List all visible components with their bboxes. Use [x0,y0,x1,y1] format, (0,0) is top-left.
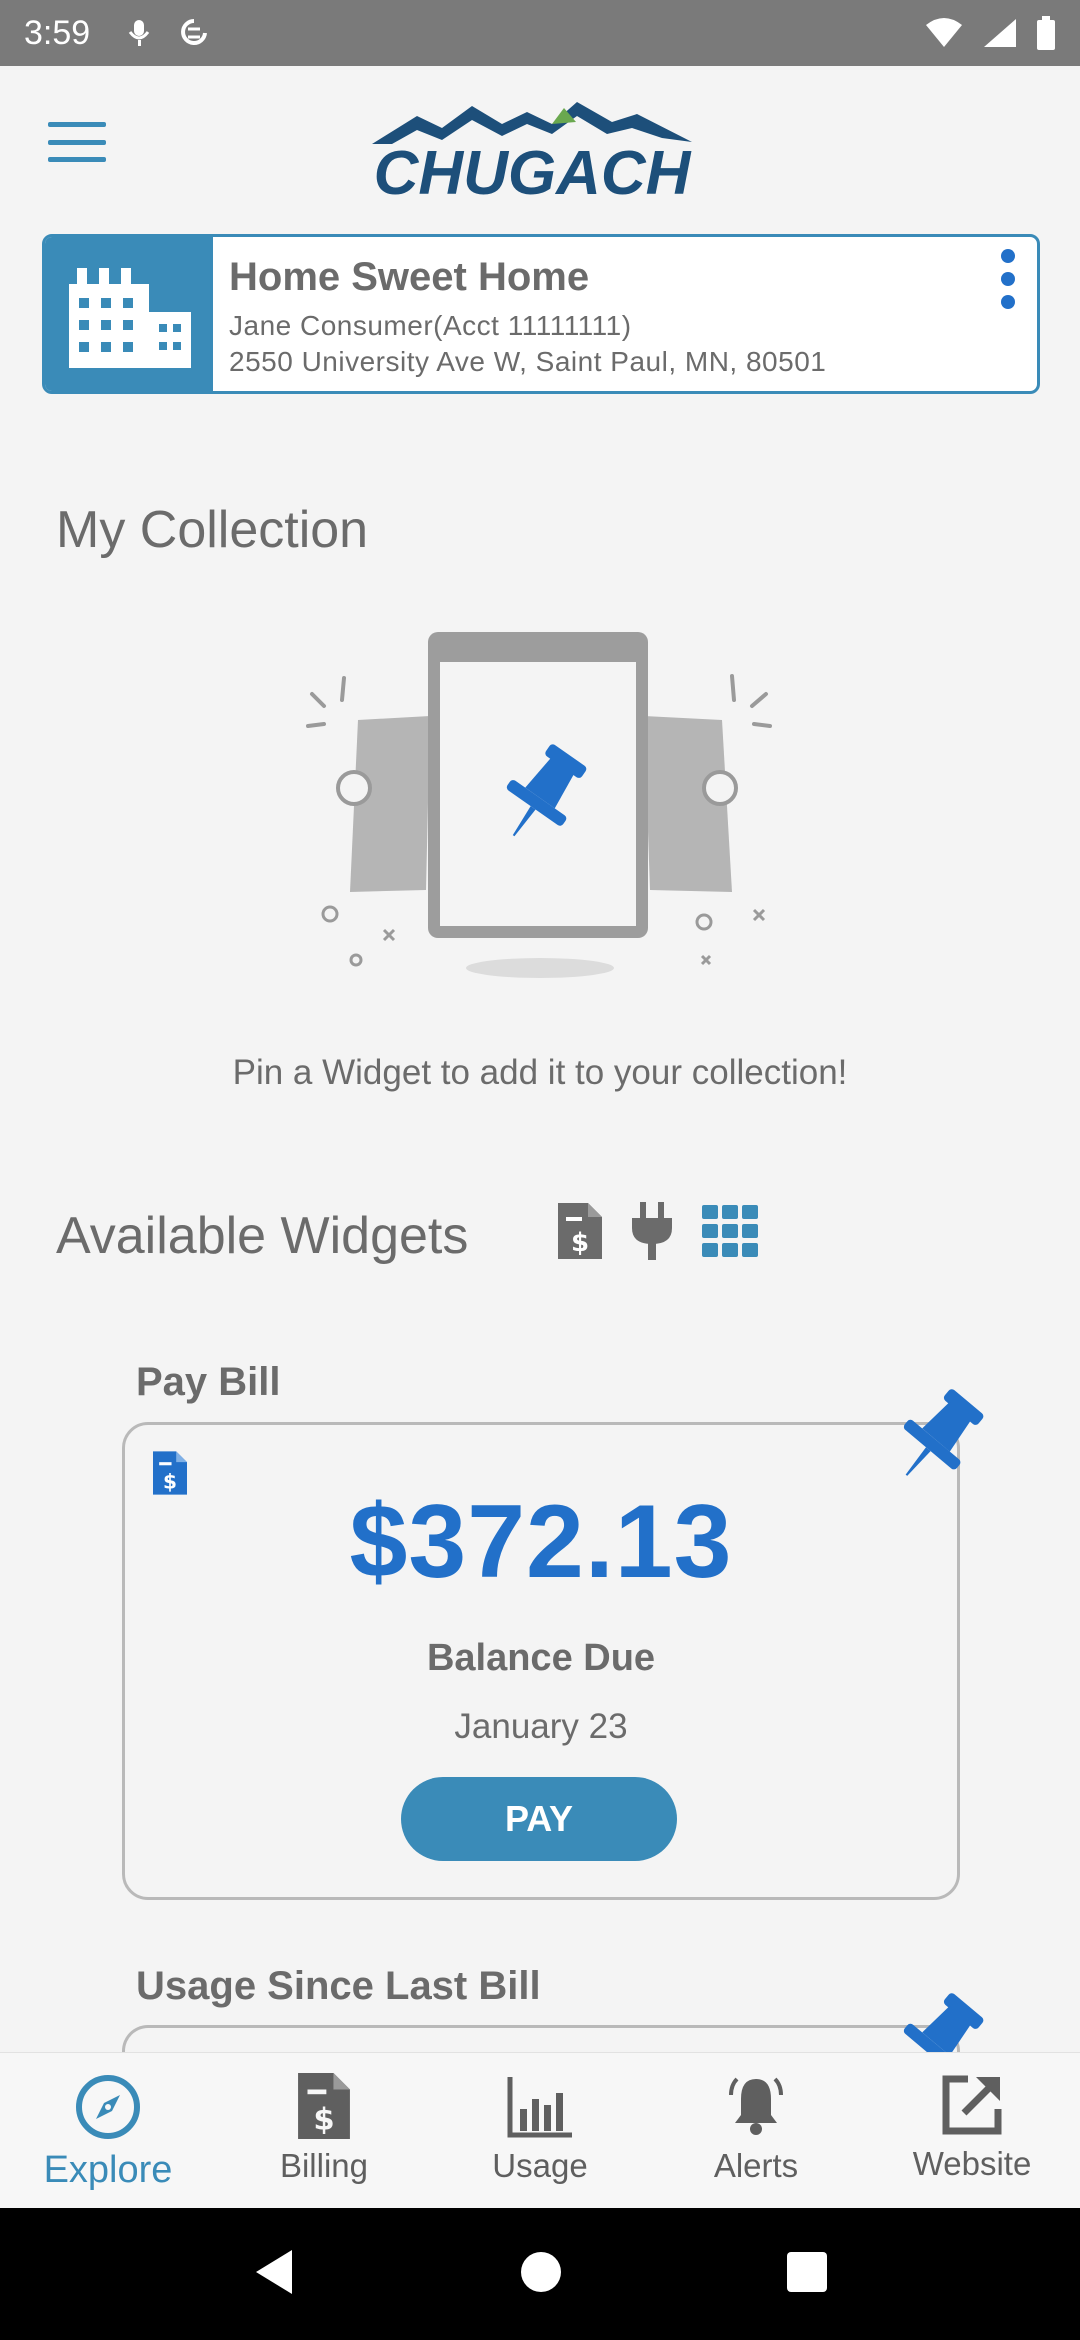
nav-usage[interactable]: Usage [432,2053,648,2208]
signal-icon [984,19,1016,47]
nav-explore[interactable]: Explore [0,2053,216,2208]
more-options-icon[interactable] [993,249,1023,309]
nav-alerts[interactable]: Alerts [648,2053,864,2208]
battery-icon [1037,16,1055,50]
account-address: 2550 University Ave W, Saint Paul, MN, 8… [229,346,827,377]
building-icon [45,237,213,391]
pay-bill-widget: $ $372.13 Balance Due January 23 PAY [122,1422,960,1900]
bottom-navigation: Explore $ Billing Usage Alerts Website [0,2052,1080,2208]
pin-widget-icon[interactable] [884,1388,988,1492]
status-bar: 3:59 [0,0,1080,66]
plug-icon[interactable] [630,1202,674,1265]
empty-collection-message: Pin a Widget to add it to your collectio… [232,1053,848,1092]
bill-icon: $ [298,2073,350,2139]
menu-button[interactable] [48,122,106,162]
sync-icon [181,19,208,45]
compass-icon [76,2075,140,2139]
nav-billing-label: Billing [279,2147,369,2184]
nav-usage-label: Usage [492,2147,588,2184]
home-icon[interactable] [519,2250,563,2299]
recents-icon[interactable] [786,2251,828,2298]
menu-line [48,122,106,127]
wifi-icon [926,18,962,47]
chugach-logo: CHUGACH [372,102,692,204]
system-navigation-bar [0,2208,1080,2340]
account-holder: Jane Consumer(Acct 11111111) [229,310,632,341]
back-icon[interactable] [252,2248,296,2301]
balance-amount: $372.13 [349,1484,733,1600]
collection-title: My Collection [56,501,369,559]
nav-alerts-label: Alerts [713,2147,799,2184]
billing-doc-icon[interactable]: $ [558,1203,602,1264]
grid-icon[interactable] [702,1205,758,1262]
pin-usage-widget-icon[interactable] [884,1992,988,2052]
account-name: Home Sweet Home [229,255,590,299]
available-widgets-title: Available Widgets [56,1207,469,1265]
balance-due-label: Balance Due [426,1637,656,1679]
usage-since-last-bill-label: Usage Since Last Bill [136,1964,541,2008]
status-time: 3:59 [24,13,91,52]
menu-line [48,157,106,162]
pay-button[interactable]: PAY [401,1777,677,1861]
nav-website-label: Website [912,2145,1032,2182]
nav-billing[interactable]: $ Billing [216,2053,432,2208]
svg-text:CHUGACH: CHUGACH [374,139,692,204]
svg-text:$: $ [571,1228,589,1258]
external-link-icon [942,2075,1002,2135]
nav-website[interactable]: Website [864,2053,1080,2208]
pay-bill-label: Pay Bill [136,1360,281,1404]
menu-line [48,139,106,145]
bar-chart-icon [507,2077,572,2138]
app-header: CHUGACH [0,66,1080,226]
bell-icon [729,2077,783,2135]
nav-explore-label: Explore [43,2149,173,2191]
due-date: January 23 [454,1707,628,1746]
empty-collection-illustration [306,632,772,978]
account-card[interactable]: Home Sweet Home Jane Consumer(Acct 11111… [42,234,1040,394]
mic-icon [128,20,150,46]
svg-text:$: $ [313,2103,334,2138]
widget-filter-bar: $ [558,1202,758,1265]
